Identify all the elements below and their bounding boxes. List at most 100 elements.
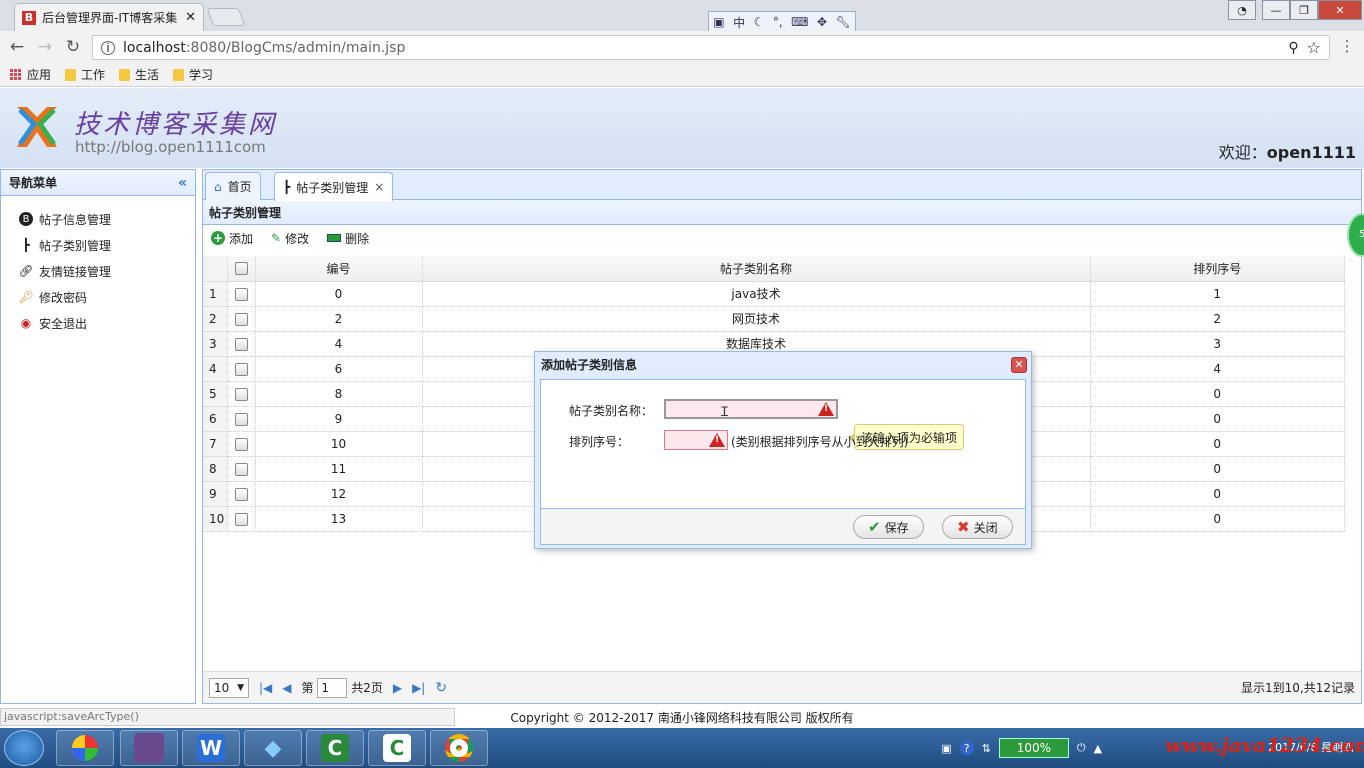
app-icon-1[interactable]: [56, 730, 114, 766]
close-button[interactable]: ✖ 关闭: [942, 515, 1013, 539]
first-page-icon[interactable]: |◀: [259, 681, 272, 695]
pin-icon[interactable]: ⚲: [1288, 40, 1298, 56]
page-prefix: 第: [301, 680, 314, 695]
next-page-icon[interactable]: ▶: [393, 681, 402, 695]
username: open1111: [1266, 143, 1356, 162]
last-page-icon[interactable]: ▶|: [412, 681, 425, 695]
save-button[interactable]: ✔ 保存: [853, 515, 924, 539]
ime-logo-icon[interactable]: ▣: [713, 15, 724, 29]
page-number-input[interactable]: 1: [317, 677, 348, 698]
row-checkbox[interactable]: [234, 512, 248, 526]
bookmark-life[interactable]: 生活: [119, 66, 159, 83]
window-close-button[interactable]: ✕: [1318, 0, 1362, 20]
prev-page-icon[interactable]: ◀: [282, 681, 291, 695]
row-number: 9: [203, 481, 228, 507]
nav-item-categories[interactable]: ┣ 帖子类别管理: [1, 232, 195, 258]
cell-order: 1: [1090, 281, 1345, 307]
info-icon[interactable]: i: [101, 40, 115, 55]
order-label: 排列序号：: [569, 435, 630, 449]
add-icon: +: [211, 231, 225, 245]
maximize-button[interactable]: ❐: [1290, 0, 1318, 20]
select-all-checkbox[interactable]: [234, 262, 248, 276]
new-tab-button[interactable]: [206, 8, 246, 26]
add-category-dialog: 添加帖子类别信息 ✕ 帖子类别名称： Ｉ 该输入项为必输项 排列序号： (类别根…: [534, 351, 1032, 549]
delete-label: 删除: [345, 231, 370, 246]
url-text[interactable]: localhost:8080/BlogCms/admin/main.jsp: [123, 40, 405, 56]
bookmark-study[interactable]: 学习: [173, 66, 213, 83]
reload-icon[interactable]: ↻: [62, 37, 84, 57]
minimize-button[interactable]: —: [1262, 0, 1290, 20]
browser-tab[interactable]: B 后台管理界面-IT博客采集 ✕: [14, 3, 204, 31]
battery-indicator[interactable]: 100%: [998, 738, 1069, 758]
chrome-icon[interactable]: [430, 730, 488, 766]
col-header-order[interactable]: 排列序号: [1090, 256, 1345, 282]
help-icon[interactable]: ?: [959, 741, 974, 755]
keyboard-icon[interactable]: ⌨: [791, 15, 808, 29]
collapse-icon[interactable]: «: [178, 175, 187, 191]
nav-item-logout[interactable]: ◉ 安全退出: [1, 310, 195, 336]
bookmark-apps[interactable]: 应用: [10, 66, 51, 83]
col-header-id[interactable]: 编号: [255, 256, 423, 282]
row-checkbox[interactable]: [234, 462, 248, 476]
menu-icon[interactable]: ⋮: [1336, 37, 1358, 57]
tray-arrows-icon[interactable]: ⇅: [982, 742, 991, 755]
wrench-icon[interactable]: 🔧︎: [835, 15, 850, 29]
grid-toolbar: + 添加 ✎ 修改 删除: [203, 225, 1361, 251]
nav-item-links[interactable]: 🔗︎ 友情链接管理: [1, 258, 195, 284]
edit-button[interactable]: ✎ 修改: [271, 230, 309, 247]
dialog-title: 添加帖子类别信息: [541, 358, 638, 372]
add-button[interactable]: + 添加: [211, 230, 253, 247]
ime-toolbar[interactable]: ▣ 中 ☾ °, ⌨ ✥ 🔧︎: [708, 11, 856, 33]
site-name: 技术博客采集网: [74, 110, 278, 140]
name-label: 帖子类别名称：: [569, 404, 654, 418]
dialog-close-icon[interactable]: ✕: [1011, 356, 1027, 373]
table-row[interactable]: 2 2 网页技术 2: [203, 306, 1345, 332]
moon-icon[interactable]: ☾: [754, 15, 765, 29]
back-icon[interactable]: ←: [6, 37, 28, 57]
mysql-icon[interactable]: ◆: [244, 730, 302, 766]
show-hidden-icon[interactable]: ▲: [1094, 742, 1102, 755]
row-checkbox[interactable]: [234, 287, 248, 301]
row-checkbox[interactable]: [234, 312, 248, 326]
address-bar[interactable]: i localhost:8080/BlogCms/admin/main.jsp …: [92, 35, 1330, 60]
watermark: www.java1234.com: [1165, 733, 1364, 757]
delete-button[interactable]: 删除: [327, 230, 369, 247]
forward-icon[interactable]: →: [34, 37, 56, 57]
tab-home[interactable]: ⌂ 首页: [205, 172, 261, 200]
tools-icon[interactable]: ✥: [817, 15, 827, 29]
row-checkbox[interactable]: [234, 487, 248, 501]
row-checkbox[interactable]: [234, 387, 248, 401]
camtasia-icon[interactable]: C: [306, 730, 364, 766]
row-checkbox[interactable]: [234, 437, 248, 451]
word-icon[interactable]: W: [182, 730, 240, 766]
order-input[interactable]: [664, 430, 728, 450]
plug-icon[interactable]: ⏻: [1077, 741, 1086, 755]
row-checkbox[interactable]: [234, 412, 248, 426]
row-select-cell: [227, 356, 256, 382]
tab-category-manage[interactable]: ┣ 帖子类别管理 ×: [274, 172, 394, 201]
refresh-icon[interactable]: ↻: [435, 680, 447, 696]
page-size-select[interactable]: 10 ▼: [209, 677, 249, 698]
ime-tray-icon[interactable]: ▣: [941, 742, 951, 755]
ime-mode[interactable]: 中: [733, 14, 745, 31]
category-name-input[interactable]: Ｉ: [664, 399, 838, 420]
select-all-cell: [227, 256, 256, 282]
eclipse-ide-icon[interactable]: [120, 730, 178, 766]
col-header-name[interactable]: 帖子类别名称: [422, 256, 1091, 282]
warning-icon: [818, 402, 834, 416]
row-checkbox[interactable]: [234, 362, 248, 376]
row-checkbox[interactable]: [234, 337, 248, 351]
bookmark-label: 生活: [135, 68, 160, 82]
close-tab-icon[interactable]: ✕: [185, 10, 196, 25]
start-button[interactable]: [4, 730, 44, 766]
star-icon[interactable]: ☆: [1307, 38, 1321, 57]
nav-item-password[interactable]: 🔑︎ 修改密码: [1, 284, 195, 310]
table-row[interactable]: 1 0 java技术 1: [203, 281, 1345, 307]
camtasia-recorder-icon[interactable]: C: [368, 730, 426, 766]
tab-close-icon[interactable]: ×: [374, 180, 384, 194]
bookmark-work[interactable]: 工作: [65, 66, 105, 83]
browser-toolbar: ← → ↻ i localhost:8080/BlogCms/admin/mai…: [0, 31, 1364, 63]
punct-icon[interactable]: °,: [773, 15, 783, 29]
user-icon[interactable]: ◔: [1228, 0, 1256, 20]
nav-item-posts[interactable]: B 帖子信息管理: [1, 206, 195, 232]
